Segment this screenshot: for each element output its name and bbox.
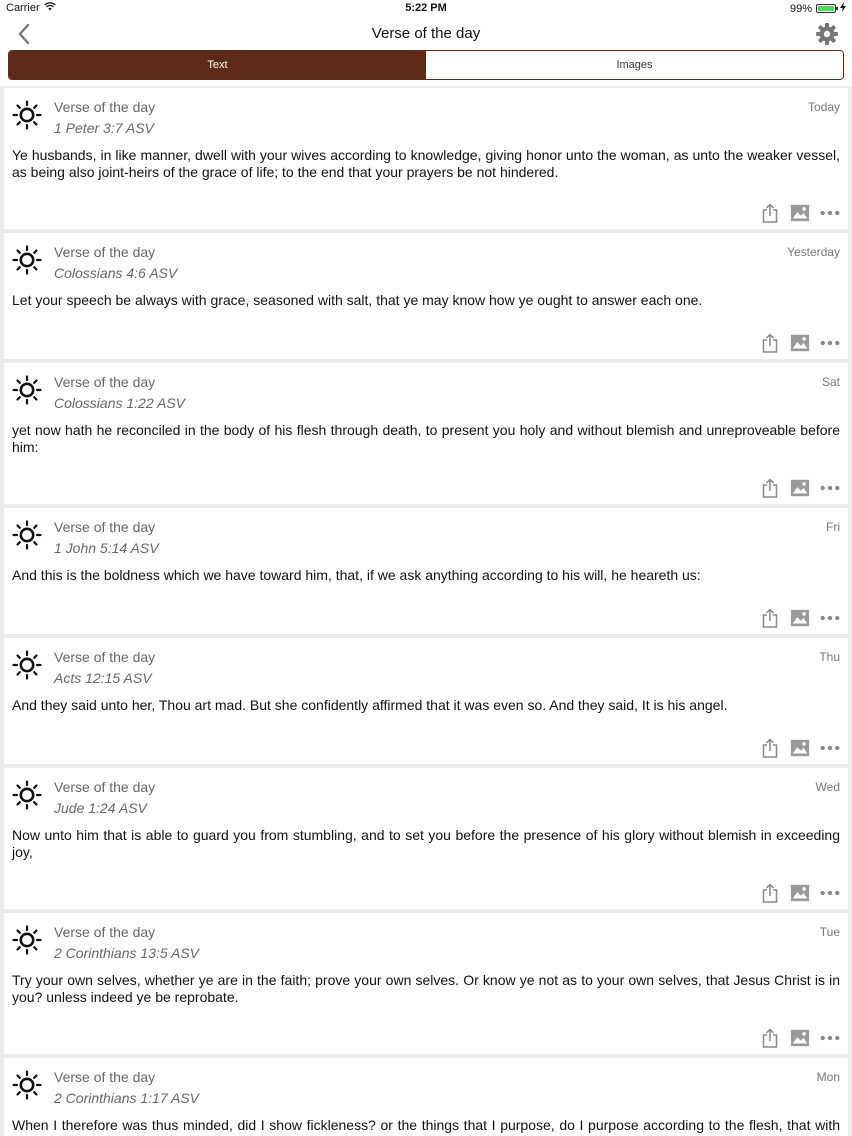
verse-reference: 2 Corinthians 1:17 ASV: [54, 1090, 200, 1106]
card-actions: [760, 203, 840, 223]
more-icon[interactable]: [820, 738, 840, 758]
image-icon[interactable]: [790, 1028, 810, 1048]
share-icon[interactable]: [760, 1028, 780, 1048]
sun-icon: [12, 925, 42, 955]
verse-text: And this is the boldness which we have t…: [12, 567, 701, 583]
card-heading: Verse of the day: [54, 99, 156, 115]
charging-icon: [840, 2, 846, 15]
verse-reference: 1 Peter 3:7 ASV: [54, 120, 154, 136]
sun-icon: [12, 100, 42, 130]
verse-date: Tue: [819, 925, 840, 939]
verse-text: Try your own selves, whether ye are in t…: [12, 972, 840, 1005]
card-actions: [760, 608, 840, 628]
share-icon[interactable]: [760, 478, 780, 498]
status-right: 99%: [790, 2, 846, 15]
verse-date: Sat: [821, 375, 840, 389]
verse-text: yet now hath he reconciled in the body o…: [12, 422, 840, 455]
verse-card: Verse of the day Colossians 1:22 ASV Sat…: [4, 363, 848, 504]
verse-text: When I therefore was thus minded, did I …: [12, 1117, 840, 1136]
card-heading: Verse of the day: [54, 244, 156, 260]
verse-date: Yesterday: [787, 245, 840, 259]
sun-icon: [12, 245, 42, 275]
verse-text: Ye husbands, in like manner, dwell with …: [12, 147, 840, 180]
page-title: Verse of the day: [371, 25, 481, 42]
verse-card: Verse of the day 2 Corinthians 1:17 ASV …: [4, 1058, 848, 1136]
image-icon[interactable]: [790, 738, 810, 758]
status-bar: Carrier 5:22 PM 99%: [0, 0, 852, 16]
verse-date: Fri: [826, 520, 840, 534]
more-icon[interactable]: [820, 1028, 840, 1048]
sun-icon: [12, 520, 42, 550]
image-icon[interactable]: [790, 608, 810, 628]
more-icon[interactable]: [820, 333, 840, 353]
more-icon[interactable]: [820, 203, 840, 223]
card-heading: Verse of the day: [54, 374, 156, 390]
sun-icon: [12, 650, 42, 680]
card-heading: Verse of the day: [54, 649, 156, 665]
card-heading: Verse of the day: [54, 519, 156, 535]
verse-card: Verse of the day 1 Peter 3:7 ASV Today Y…: [4, 88, 848, 229]
image-icon[interactable]: [790, 478, 810, 498]
verse-reference: 2 Corinthians 13:5 ASV: [54, 945, 200, 961]
verse-card: Verse of the day Colossians 4:6 ASV Yest…: [4, 233, 848, 359]
card-actions: [760, 333, 840, 353]
verse-text: Let your speech be always with grace, se…: [12, 292, 703, 308]
verse-card: Verse of the day 1 John 5:14 ASV Fri And…: [4, 508, 848, 634]
verse-list: Verse of the day 1 Peter 3:7 ASV Today Y…: [4, 88, 848, 1136]
verse-card: Verse of the day 2 Corinthians 13:5 ASV …: [4, 913, 848, 1054]
share-icon[interactable]: [760, 203, 780, 223]
image-icon[interactable]: [790, 883, 810, 903]
image-icon[interactable]: [790, 203, 810, 223]
verse-card: Verse of the day Jude 1:24 ASV Wed Now u…: [4, 768, 848, 909]
card-heading: Verse of the day: [54, 1069, 156, 1085]
segmented-control: Text Images: [8, 50, 844, 80]
nav-bar: Verse of the day: [0, 16, 852, 50]
card-actions: [760, 1028, 840, 1048]
sun-icon: [12, 375, 42, 405]
verse-reference: 1 John 5:14 ASV: [54, 540, 159, 556]
card-actions: [760, 478, 840, 498]
card-heading: Verse of the day: [54, 924, 156, 940]
sun-icon: [12, 1070, 42, 1100]
image-icon[interactable]: [790, 333, 810, 353]
verse-reference: Acts 12:15 ASV: [54, 670, 152, 686]
battery-icon: [816, 4, 838, 13]
card-actions: [760, 738, 840, 758]
more-icon[interactable]: [820, 608, 840, 628]
share-icon[interactable]: [760, 738, 780, 758]
tab-images[interactable]: Images: [426, 51, 843, 79]
tab-text[interactable]: Text: [9, 51, 426, 79]
verse-date: Today: [807, 100, 840, 114]
verse-card: Verse of the day Acts 12:15 ASV Thu And …: [4, 638, 848, 764]
share-icon[interactable]: [760, 333, 780, 353]
status-time: 5:22 PM: [405, 2, 447, 14]
verse-text: And they said unto her, Thou art mad. Bu…: [12, 697, 728, 713]
verse-reference: Jude 1:24 ASV: [54, 800, 147, 816]
share-icon[interactable]: [760, 883, 780, 903]
verse-reference: Colossians 1:22 ASV: [54, 395, 185, 411]
segment-bar: Text Images: [0, 50, 852, 86]
share-icon[interactable]: [760, 608, 780, 628]
verse-date: Mon: [816, 1070, 840, 1084]
verse-date: Wed: [815, 780, 840, 794]
more-icon[interactable]: [820, 883, 840, 903]
verse-text: Now unto him that is able to guard you f…: [12, 827, 840, 860]
verse-date: Thu: [819, 650, 840, 664]
more-icon[interactable]: [820, 478, 840, 498]
card-actions: [760, 883, 840, 903]
card-heading: Verse of the day: [54, 779, 156, 795]
gear-icon[interactable]: [814, 21, 840, 47]
sun-icon: [12, 780, 42, 810]
battery-fill: [818, 6, 834, 11]
battery-percent: 99%: [789, 2, 812, 15]
verse-reference: Colossians 4:6 ASV: [54, 265, 178, 281]
